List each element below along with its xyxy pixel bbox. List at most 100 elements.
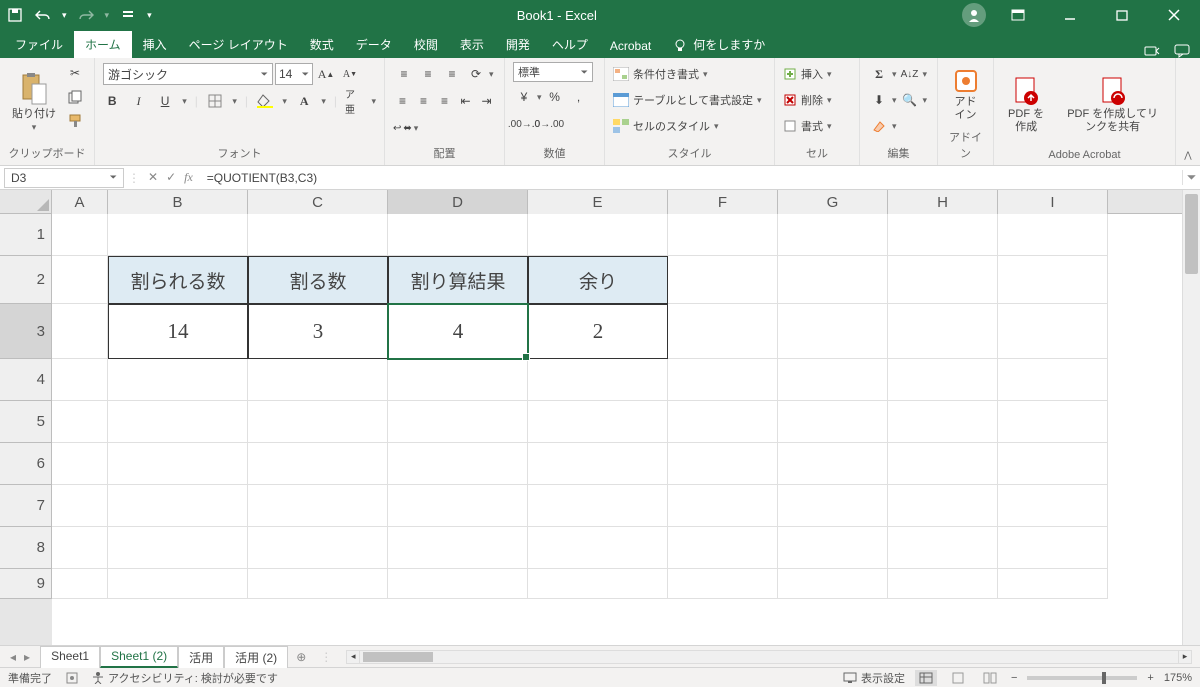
cell-G6[interactable]	[778, 443, 888, 485]
cell-E3[interactable]: 2	[528, 304, 668, 359]
phonetic-icon[interactable]: ア亜	[345, 90, 363, 112]
row-header-2[interactable]: 2	[0, 256, 52, 304]
col-header-I[interactable]: I	[998, 190, 1108, 214]
cell-F3[interactable]	[668, 304, 778, 359]
col-header-E[interactable]: E	[528, 190, 668, 214]
sort-icon[interactable]: A↓Z	[899, 63, 921, 85]
cell-B2[interactable]: 割られる数	[108, 256, 248, 304]
number-format-select[interactable]: 標準⏷	[513, 62, 593, 82]
tab-data[interactable]: データ	[345, 31, 403, 58]
close-button[interactable]	[1154, 0, 1194, 30]
cell-D2[interactable]: 割り算結果	[388, 256, 528, 304]
cell-styles-button[interactable]: セルのスタイル ▾	[613, 114, 766, 138]
share-icon[interactable]	[1144, 44, 1160, 58]
cell-C4[interactable]	[248, 359, 388, 401]
minimize-button[interactable]	[1050, 0, 1090, 30]
enter-formula-icon[interactable]: ✓	[166, 170, 176, 185]
fill-color-icon[interactable]	[256, 90, 274, 112]
cell-I2[interactable]	[998, 256, 1108, 304]
cell-C5[interactable]	[248, 401, 388, 443]
font-name-select[interactable]: 游ゴシック⏷	[103, 63, 273, 85]
col-header-C[interactable]: C	[248, 190, 388, 214]
qat-custom-icon[interactable]	[119, 6, 137, 24]
cell-G9[interactable]	[778, 569, 888, 599]
cell-G1[interactable]	[778, 214, 888, 256]
row-header-6[interactable]: 6	[0, 443, 52, 485]
tab-acrobat[interactable]: Acrobat	[599, 34, 662, 58]
cell-F5[interactable]	[668, 401, 778, 443]
cond-format-button[interactable]: 条件付き書式 ▾	[613, 62, 766, 86]
cell-C3[interactable]: 3	[248, 304, 388, 359]
zoom-in-icon[interactable]: +	[1147, 672, 1153, 684]
cell-E1[interactable]	[528, 214, 668, 256]
bold-button[interactable]: B	[103, 90, 121, 112]
cell-F2[interactable]	[668, 256, 778, 304]
cell-B8[interactable]	[108, 527, 248, 569]
tab-review[interactable]: 校閲	[403, 31, 449, 58]
cell-A1[interactable]	[52, 214, 108, 256]
cell-G8[interactable]	[778, 527, 888, 569]
cell-B4[interactable]	[108, 359, 248, 401]
page-break-view-icon[interactable]	[979, 670, 1001, 686]
cell-B3[interactable]: 14	[108, 304, 248, 359]
shrink-font-icon[interactable]: A▼	[339, 63, 361, 85]
cell-H5[interactable]	[888, 401, 998, 443]
macro-record-icon[interactable]	[66, 672, 78, 684]
redo-more-icon[interactable]: ▾	[105, 10, 110, 21]
col-header-B[interactable]: B	[108, 190, 248, 214]
redo-icon[interactable]	[77, 6, 95, 24]
sheet-tab[interactable]: Sheet1	[40, 646, 100, 668]
cell-I5[interactable]	[998, 401, 1108, 443]
sheet-tab[interactable]: 活用	[178, 646, 224, 668]
cell-H7[interactable]	[888, 485, 998, 527]
cell-H3[interactable]	[888, 304, 998, 359]
italic-button[interactable]: I	[129, 90, 147, 112]
cell-H8[interactable]	[888, 527, 998, 569]
cell-F9[interactable]	[668, 569, 778, 599]
horizontal-scrollbar[interactable]: ◂ ▸	[346, 650, 1192, 664]
cell-G3[interactable]	[778, 304, 888, 359]
align-middle-icon[interactable]: ≡	[417, 63, 439, 85]
accounting-icon[interactable]: ¥	[513, 86, 535, 108]
col-header-D[interactable]: D	[388, 190, 528, 214]
maximize-button[interactable]	[1102, 0, 1142, 30]
zoom-slider[interactable]	[1027, 676, 1137, 680]
cell-G4[interactable]	[778, 359, 888, 401]
cell-A8[interactable]	[52, 527, 108, 569]
cell-B1[interactable]	[108, 214, 248, 256]
cell-F1[interactable]	[668, 214, 778, 256]
tab-developer[interactable]: 開発	[495, 31, 541, 58]
sheet-next-icon[interactable]: ▸	[24, 650, 30, 664]
tab-insert[interactable]: 挿入	[132, 31, 178, 58]
font-color-icon[interactable]: A	[295, 90, 313, 112]
vertical-scrollbar[interactable]	[1182, 190, 1200, 645]
cell-F7[interactable]	[668, 485, 778, 527]
cell-A4[interactable]	[52, 359, 108, 401]
cell-A9[interactable]	[52, 569, 108, 599]
row-header-5[interactable]: 5	[0, 401, 52, 443]
cell-I6[interactable]	[998, 443, 1108, 485]
save-icon[interactable]	[6, 6, 24, 24]
cell-B9[interactable]	[108, 569, 248, 599]
font-size-select[interactable]: 14⏷	[275, 63, 313, 85]
tell-me[interactable]: 何をしますか	[662, 31, 776, 58]
tab-view[interactable]: 表示	[449, 31, 495, 58]
cell-D3[interactable]: 4	[388, 304, 528, 359]
insert-cells-button[interactable]: 挿入 ▾	[783, 62, 851, 86]
cell-E8[interactable]	[528, 527, 668, 569]
row-header-9[interactable]: 9	[0, 569, 52, 599]
worksheet-grid[interactable]: ABCDEFGHI 123456789 割られる数割る数割り算結果余り14342	[0, 190, 1200, 645]
format-cells-button[interactable]: 書式 ▾	[783, 114, 851, 138]
autosum-icon[interactable]: Σ	[868, 63, 890, 85]
cell-C6[interactable]	[248, 443, 388, 485]
cell-D6[interactable]	[388, 443, 528, 485]
ribbon-options-icon[interactable]	[998, 0, 1038, 30]
cell-A2[interactable]	[52, 256, 108, 304]
cell-I8[interactable]	[998, 527, 1108, 569]
cell-E6[interactable]	[528, 443, 668, 485]
format-table-button[interactable]: テーブルとして書式設定 ▾	[613, 88, 766, 112]
cell-A3[interactable]	[52, 304, 108, 359]
row-header-3[interactable]: 3	[0, 304, 52, 359]
orientation-icon[interactable]: ⟳	[465, 63, 487, 85]
row-header-4[interactable]: 4	[0, 359, 52, 401]
